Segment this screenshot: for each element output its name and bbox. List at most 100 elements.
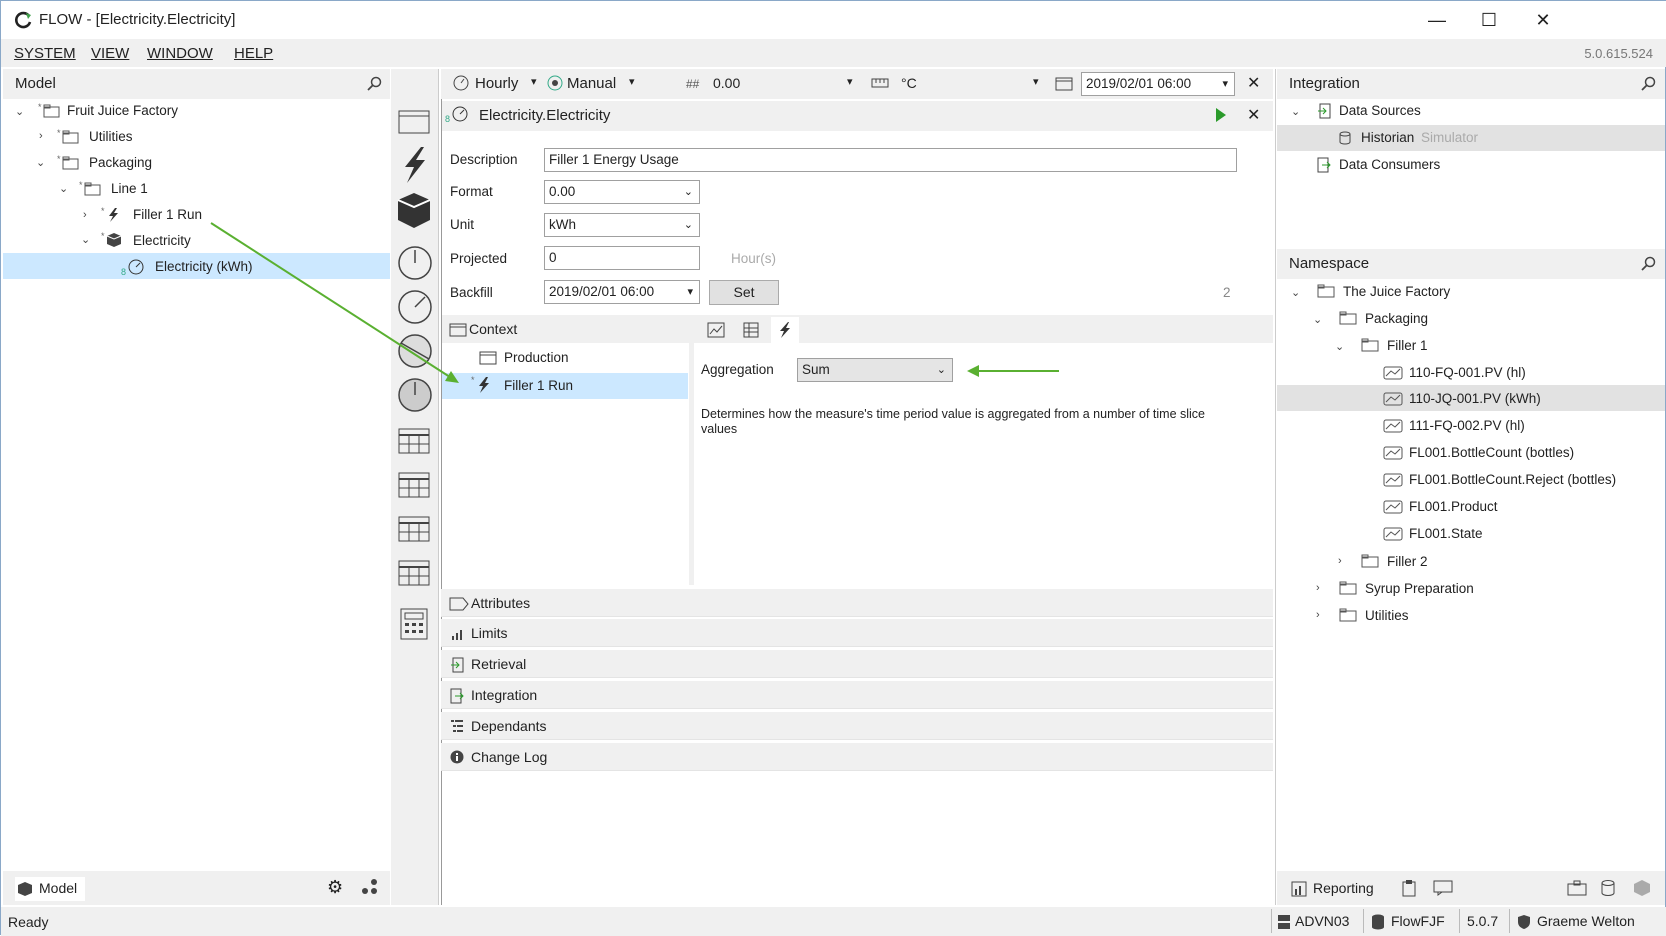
calculator-icon[interactable] xyxy=(397,607,431,641)
chevron-down-icon[interactable]: ▾ xyxy=(847,75,853,88)
ns-item-filler-2[interactable]: Filler 2 xyxy=(1387,550,1428,574)
chevron-right-icon[interactable]: › xyxy=(1316,582,1320,594)
chevron-right-icon[interactable]: › xyxy=(1338,555,1342,567)
data-consumers-item[interactable]: Data Consumers xyxy=(1339,153,1440,177)
backfill-count: 2 xyxy=(1223,285,1231,300)
format-select[interactable]: 0.00 ⌄ xyxy=(544,180,700,204)
context-item-filler-1-run[interactable]: Filler 1 Run xyxy=(504,374,573,398)
close-icon[interactable]: ✕ xyxy=(1247,105,1260,125)
chevron-down-icon[interactable]: ▾ xyxy=(531,75,537,88)
ns-tag-110-fq-001[interactable]: 110-FQ-001.PV (hl) xyxy=(1409,361,1526,385)
maximize-button[interactable]: ☐ xyxy=(1469,7,1509,33)
chevron-down-icon[interactable]: ⌄ xyxy=(1313,313,1322,326)
section-retrieval[interactable]: Retrieval xyxy=(441,650,1273,678)
unit-select[interactable]: kWh ⌄ xyxy=(544,213,700,237)
ns-tag-state[interactable]: FL001.State xyxy=(1409,522,1483,546)
minimize-button[interactable]: — xyxy=(1417,7,1457,33)
chevron-down-icon[interactable]: ⌄ xyxy=(15,105,24,118)
comment-icon[interactable] xyxy=(1433,880,1453,896)
tree-item-utilities[interactable]: Utilities xyxy=(89,125,133,149)
section-dependants[interactable]: Dependants xyxy=(441,712,1273,740)
chevron-down-icon[interactable]: ▾ xyxy=(1033,75,1039,88)
chevron-down-icon[interactable]: ⌄ xyxy=(59,182,68,195)
clock-icon[interactable] xyxy=(397,245,433,281)
tree-item-electricity[interactable]: Electricity xyxy=(133,229,191,253)
tree-item-fruit-juice-factory[interactable]: Fruit Juice Factory xyxy=(67,99,178,123)
chevron-right-icon[interactable]: › xyxy=(1316,609,1320,621)
menu-window[interactable]: WINDOW xyxy=(147,45,213,62)
model-search-icon[interactable] xyxy=(367,76,383,92)
ns-item-packaging[interactable]: Packaging xyxy=(1365,307,1428,331)
clock-half-icon[interactable] xyxy=(397,333,433,369)
clipboard-icon[interactable] xyxy=(1401,879,1417,897)
lightning-icon[interactable] xyxy=(397,146,431,184)
ns-tag-bottlecount[interactable]: FL001.BottleCount (bottles) xyxy=(1409,441,1574,465)
ns-tag-110-jq-001[interactable]: 110-JQ-001.PV (kWh) xyxy=(1409,387,1541,411)
cube-icon[interactable] xyxy=(397,191,431,231)
tree-item-packaging[interactable]: Packaging xyxy=(89,151,152,175)
ns-item-utilities[interactable]: Utilities xyxy=(1365,604,1409,628)
table-icon[interactable] xyxy=(397,557,431,587)
data-sources-item[interactable]: Data Sources xyxy=(1339,99,1421,123)
format-dropdown[interactable]: 0.00 xyxy=(713,75,740,91)
mode-dropdown[interactable]: Manual xyxy=(567,75,616,92)
set-button[interactable]: Set xyxy=(709,280,779,305)
context-item-production[interactable]: Production xyxy=(504,346,569,370)
menu-system[interactable]: SYSTEM xyxy=(14,45,76,62)
ns-item-the-juice-factory[interactable]: The Juice Factory xyxy=(1343,280,1450,304)
interval-dropdown[interactable]: Hourly xyxy=(475,75,518,92)
format-icon: ## xyxy=(686,77,700,91)
description-input[interactable]: Filler 1 Energy Usage xyxy=(544,148,1237,172)
close-window-button[interactable]: ✕ xyxy=(1523,7,1563,33)
briefcase-icon[interactable] xyxy=(1567,880,1587,896)
model-header-label: Model xyxy=(15,75,56,92)
menu-view[interactable]: VIEW xyxy=(91,45,129,62)
chevron-down-icon[interactable]: ⌄ xyxy=(1291,105,1300,118)
namespace-search-icon[interactable] xyxy=(1641,256,1657,272)
projected-input[interactable]: 0 xyxy=(544,246,700,270)
integration-search-icon[interactable] xyxy=(1641,76,1657,92)
chart-icon[interactable] xyxy=(707,322,725,338)
table-icon[interactable] xyxy=(397,513,431,543)
chevron-down-icon[interactable]: ⌄ xyxy=(81,233,90,246)
section-limits[interactable]: Limits xyxy=(441,619,1273,647)
database-icon[interactable] xyxy=(1601,879,1615,897)
calendar-icon[interactable] xyxy=(397,105,431,135)
close-icon[interactable]: ✕ xyxy=(1247,73,1260,93)
ns-item-filler-1[interactable]: Filler 1 xyxy=(1387,334,1428,358)
tree-item-line-1[interactable]: Line 1 xyxy=(111,177,148,201)
grid-icon[interactable] xyxy=(743,322,759,338)
chevron-down-icon[interactable]: ⌄ xyxy=(1335,340,1344,353)
tree-item-filler-1-run[interactable]: Filler 1 Run xyxy=(133,203,202,227)
hierarchy-icon[interactable] xyxy=(361,878,379,896)
tree-item-electricity-kwh[interactable]: Electricity (kWh) xyxy=(155,255,253,279)
section-change-log[interactable]: Change Log xyxy=(441,743,1273,771)
gear-icon[interactable]: ⚙ xyxy=(327,877,343,898)
chevron-down-icon[interactable]: ⌄ xyxy=(36,156,45,169)
menu-help[interactable]: HELP xyxy=(234,45,273,62)
ns-tag-product[interactable]: FL001.Product xyxy=(1409,495,1498,519)
ns-item-syrup-preparation[interactable]: Syrup Preparation xyxy=(1365,577,1474,601)
chevron-right-icon[interactable]: › xyxy=(83,209,87,221)
chevron-down-icon[interactable]: ⌄ xyxy=(1291,286,1300,299)
flow-logo-icon xyxy=(13,10,33,30)
play-icon[interactable] xyxy=(1215,107,1227,123)
clock-full-icon[interactable] xyxy=(397,377,433,413)
context-label[interactable]: Context xyxy=(469,321,517,337)
aggregation-select[interactable]: Sum ⌄ xyxy=(797,358,953,382)
chevron-right-icon[interactable]: › xyxy=(39,130,43,142)
backfill-date-picker[interactable]: 2019/02/01 06:00 ▾ xyxy=(544,280,700,304)
section-integration[interactable]: Integration xyxy=(441,681,1273,709)
date-picker[interactable]: 2019/02/01 06:00 ▾ xyxy=(1081,72,1235,96)
clock-quarter-icon[interactable] xyxy=(397,289,433,325)
table-icon[interactable] xyxy=(397,469,431,499)
chevron-down-icon[interactable]: ▾ xyxy=(629,75,635,88)
reporting-tab[interactable]: Reporting xyxy=(1313,880,1374,896)
table-icon[interactable] xyxy=(397,425,431,455)
ns-tag-bottlecount-reject[interactable]: FL001.BottleCount.Reject (bottles) xyxy=(1409,468,1616,492)
ns-tag-111-fq-002[interactable]: 111-FQ-002.PV (hl) xyxy=(1409,414,1525,438)
unit-dropdown[interactable]: °C xyxy=(901,75,917,91)
splitter[interactable] xyxy=(689,343,694,585)
cube-icon[interactable] xyxy=(1633,879,1651,897)
section-attributes[interactable]: Attributes xyxy=(441,589,1273,617)
